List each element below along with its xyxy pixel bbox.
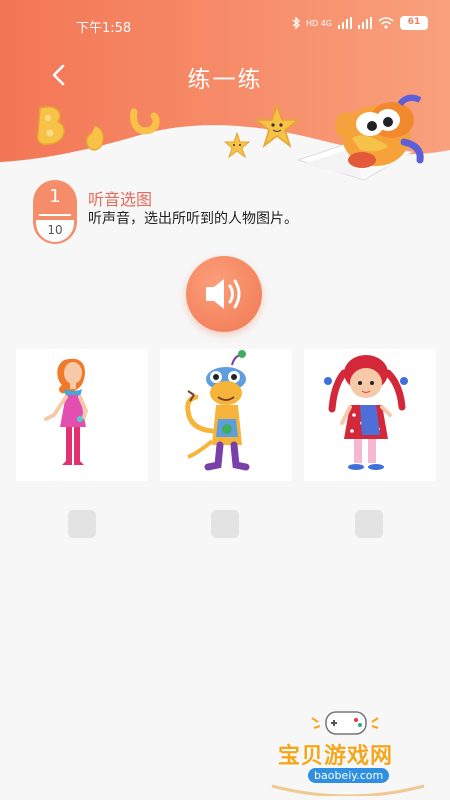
option-checkbox-3[interactable] [355, 510, 383, 538]
question-total-number: 10 [36, 220, 74, 242]
wifi-icon [378, 17, 394, 29]
option-checkbox-1[interactable] [68, 510, 96, 538]
dragon-mascot-icon [296, 94, 424, 181]
cookie-letter-c-icon [130, 108, 160, 135]
cartoon-monster-image [185, 350, 250, 471]
question-instruction: 听声音，选出所听到的人物图片。 [88, 211, 298, 227]
network-label: HD 4G [305, 18, 332, 28]
progress-divider [39, 214, 71, 216]
option-card-1[interactable] [16, 349, 148, 481]
question-progress-badge: 1 10 [33, 180, 77, 244]
option-checkbox-2[interactable] [211, 510, 239, 538]
battery-indicator: 61 [400, 16, 428, 30]
option-card-3[interactable] [304, 349, 436, 481]
status-bar: 下午1:58 HD 4G 61 [0, 0, 450, 50]
header: 下午1:58 HD 4G 61 练一练 [0, 0, 450, 190]
girl-in-pink-dress-image [44, 358, 89, 465]
signal-icon-2 [358, 17, 372, 29]
bluetooth-icon [292, 17, 300, 29]
status-icons: HD 4G 61 [292, 16, 428, 30]
speaker-icon [206, 279, 241, 309]
question-type-title: 听音选图 [88, 190, 153, 209]
cookie-letter-b-icon [36, 106, 65, 146]
option-card-2[interactable] [160, 349, 292, 481]
status-time: 下午1:58 [76, 21, 132, 36]
watermark: 宝贝游戏网 baobeiy.com [268, 706, 428, 796]
signal-icon [338, 17, 352, 29]
page-title: 练一练 [187, 67, 263, 93]
girl-with-red-braids-image [324, 355, 408, 470]
watermark-title: 宝贝游戏网 [278, 744, 394, 769]
cookie-letter-a-icon [86, 125, 104, 151]
question-current-number: 1 [49, 186, 61, 207]
small-star-icon [224, 132, 250, 158]
play-audio-button[interactable] [186, 256, 262, 332]
watermark-url: baobeiy.com [308, 768, 390, 783]
